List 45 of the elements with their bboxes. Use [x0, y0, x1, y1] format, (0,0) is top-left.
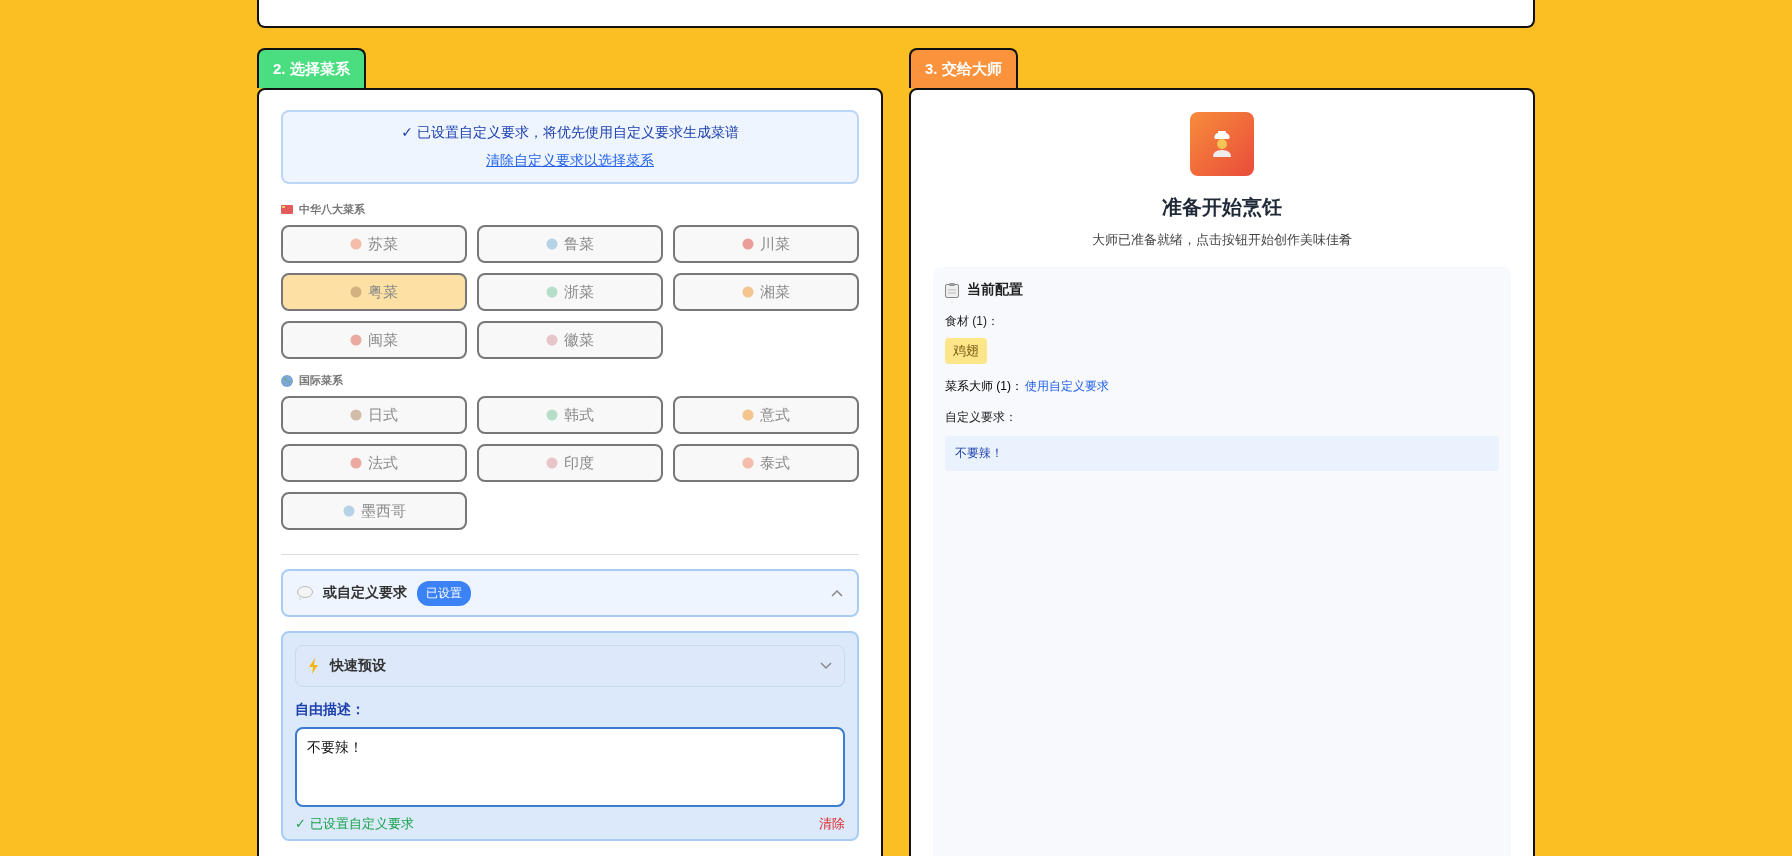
speech-bubble-icon	[297, 586, 313, 600]
dish-icon	[350, 409, 362, 421]
status-message: ✓ 已设置自定义要求	[295, 815, 414, 833]
presets-label: 快速预设	[330, 657, 386, 675]
panel-heading: 准备开始烹饪	[1162, 195, 1282, 220]
clipboard-icon	[945, 282, 959, 298]
config-title: 当前配置	[967, 281, 1023, 299]
chevron-icon	[831, 589, 843, 597]
custom-label: 自定义要求：	[945, 409, 1018, 426]
chef-icon	[1210, 131, 1234, 157]
dish-icon	[342, 505, 355, 517]
dish-icon	[546, 457, 558, 469]
dish-icon	[546, 334, 558, 346]
group-title: 中华八大菜系	[299, 202, 365, 217]
dish-icon	[350, 286, 362, 298]
custom-section-header[interactable]: 或自定义要求 已设置	[281, 569, 859, 617]
dish-icon	[350, 334, 362, 346]
dish-icon	[546, 286, 558, 298]
custom-value: 不要辣！	[945, 436, 1499, 471]
dish-icon	[742, 238, 754, 250]
dish-icon	[546, 409, 558, 421]
dish-icon	[350, 457, 362, 469]
clear-custom-link[interactable]: 清除自定义要求以选择菜系	[486, 152, 654, 170]
globe-icon	[281, 374, 293, 387]
dish-icon	[546, 238, 558, 250]
presets-dropdown[interactable]: 快速预设	[295, 645, 845, 687]
clear-link[interactable]: 清除	[819, 815, 845, 833]
master-value: 使用自定义要求	[1025, 378, 1109, 395]
dish-icon	[742, 286, 754, 298]
panel-subtitle: 大师已准备就绪，点击按钮开始创作美味佳肴	[1092, 231, 1352, 249]
field-label: 自由描述：	[295, 701, 366, 719]
group-title: 国际菜系	[299, 373, 343, 388]
section-title: 或自定义要求	[323, 584, 407, 602]
lightning-icon	[308, 658, 320, 674]
master-label: 菜系大师 (1)：	[945, 378, 1023, 395]
ingredient-tag: 鸡翅	[945, 338, 987, 364]
chevron-icon	[820, 662, 832, 670]
status-badge: 已设置	[417, 580, 471, 606]
dish-icon	[742, 457, 754, 469]
dish-icon	[350, 238, 362, 250]
flag-icon	[281, 205, 293, 214]
description-field[interactable]: 不要辣！	[295, 727, 845, 807]
notice-message: ✓ 已设置自定义要求，将优先使用自定义要求生成菜谱	[400, 124, 740, 142]
ingredients-label: 食材 (1)：	[945, 313, 1000, 330]
dish-icon	[742, 409, 754, 421]
